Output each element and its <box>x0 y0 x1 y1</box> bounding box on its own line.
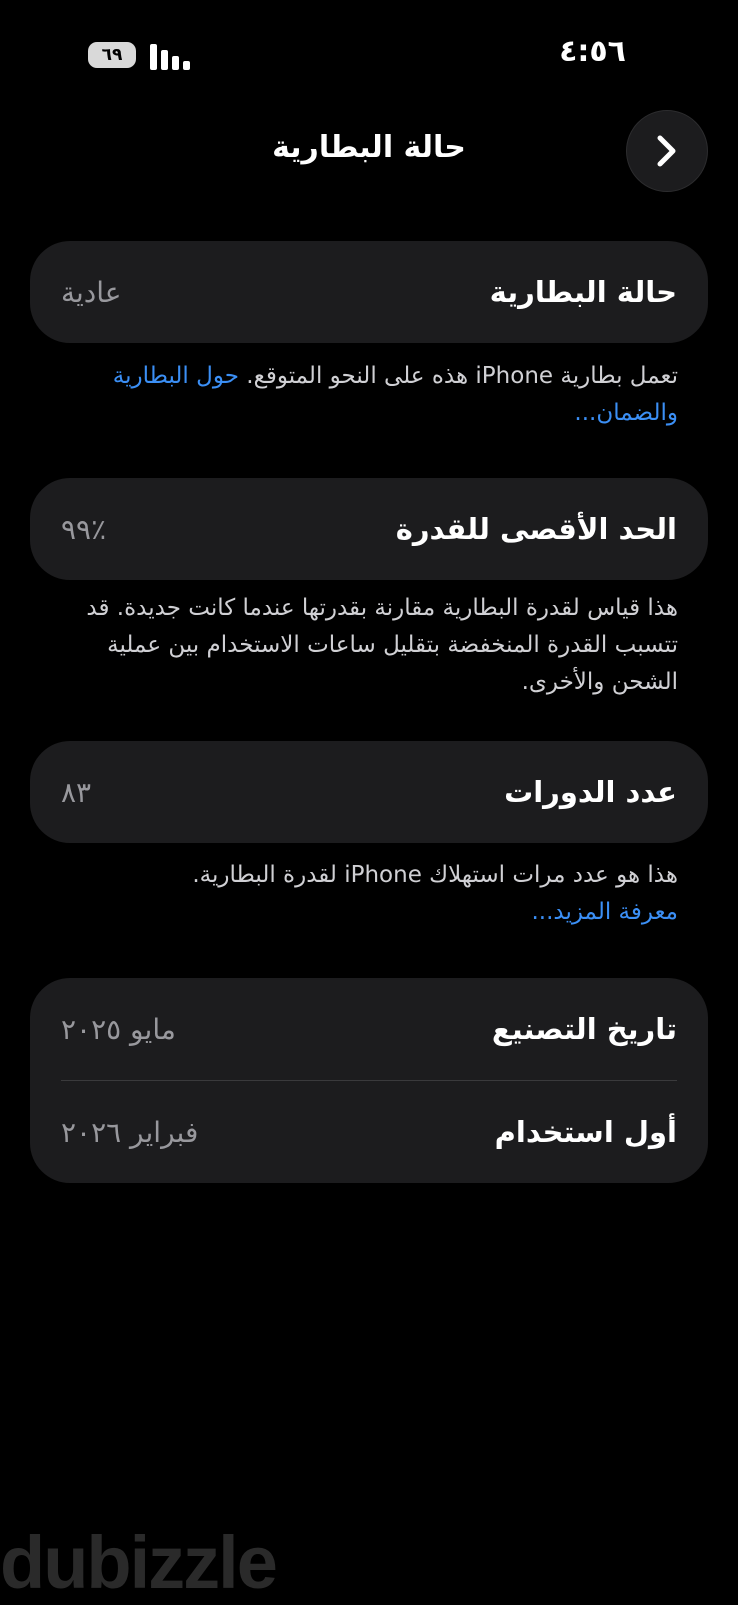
cycle-count-label: عدد الدورات <box>504 775 677 809</box>
manufacture-date-label: تاريخ التصنيع <box>491 1012 677 1046</box>
max-capacity-card: الحد الأقصى للقدرة ٪٩٩ <box>30 478 708 580</box>
back-button[interactable] <box>626 110 708 192</box>
first-use-label: أول استخدام <box>494 1115 677 1149</box>
cycle-count-value: ٨٣ <box>61 775 92 809</box>
learn-more-link[interactable]: معرفة المزيد... <box>531 899 678 925</box>
cycle-count-row: عدد الدورات ٨٣ <box>30 741 708 843</box>
chevron-right-icon <box>657 135 676 167</box>
max-capacity-note: هذا قياس لقدرة البطارية مقارنة بقدرتها ع… <box>86 595 678 695</box>
battery-health-row[interactable]: حالة البطارية عادية <box>30 241 708 343</box>
status-bar: ٦٩ ٤:٥٦ <box>0 0 738 100</box>
clock: ٤:٥٦ <box>559 34 626 69</box>
cycle-count-note: هذا هو عدد مرات استهلاك iPhone لقدرة الب… <box>70 857 678 931</box>
battery-health-label: حالة البطارية <box>489 275 677 309</box>
max-capacity-row: الحد الأقصى للقدرة ٪٩٩ <box>30 478 708 580</box>
max-capacity-label: الحد الأقصى للقدرة <box>395 512 677 546</box>
max-capacity-value: ٪٩٩ <box>61 512 107 546</box>
cycle-count-card: عدد الدورات ٨٣ <box>30 741 708 843</box>
signal-icon <box>150 42 194 70</box>
battery-indicator: ٦٩ <box>88 42 136 68</box>
manufacture-date-value: مايو ٢٠٢٥ <box>61 1012 176 1046</box>
battery-health-note: تعمل بطارية iPhone هذه على النحو المتوقع… <box>70 358 678 432</box>
battery-health-card: حالة البطارية عادية <box>30 241 708 343</box>
dubizzle-watermark: dubizzle <box>0 1521 278 1604</box>
nav-bar: حالة البطارية <box>0 110 738 194</box>
first-use-value: فبراير ٢٠٢٦ <box>61 1115 199 1149</box>
manufacture-date-row: تاريخ التصنيع مايو ٢٠٢٥ <box>30 978 708 1080</box>
battery-level: ٦٩ <box>101 45 123 65</box>
battery-health-value: عادية <box>61 275 122 309</box>
dates-card: تاريخ التصنيع مايو ٢٠٢٥ أول استخدام فبرا… <box>30 978 708 1183</box>
battery-health-note-text: تعمل بطارية iPhone هذه على النحو المتوقع… <box>246 363 678 389</box>
first-use-row: أول استخدام فبراير ٢٠٢٦ <box>30 1081 708 1183</box>
cycle-count-note-text: هذا هو عدد مرات استهلاك iPhone لقدرة الب… <box>192 862 678 888</box>
